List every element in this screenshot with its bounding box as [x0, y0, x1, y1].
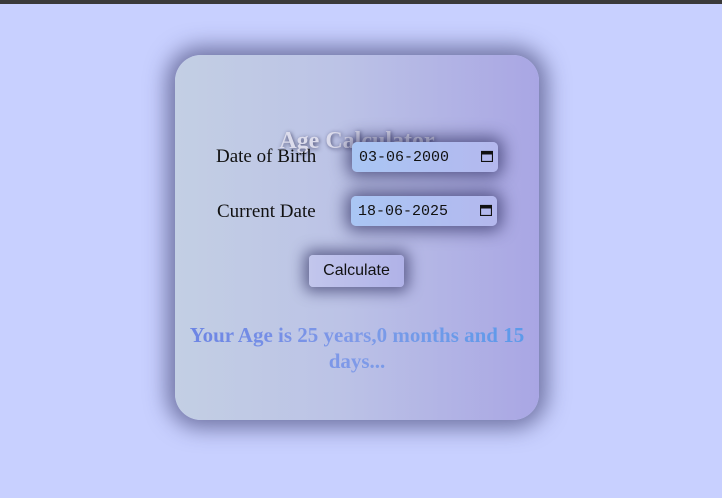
- calendar-icon[interactable]: [481, 150, 493, 162]
- age-calculator-card: Age Calculator Date of Birth 03-06-2000 …: [175, 55, 539, 420]
- calendar-icon[interactable]: [480, 204, 492, 216]
- browser-top-bar: [0, 0, 722, 4]
- current-date-label: Current Date: [217, 201, 316, 222]
- current-date-input[interactable]: 18-06-2025: [351, 196, 497, 226]
- age-result-text: Your Age is 25 years,0 months and 15 day…: [185, 322, 529, 374]
- dob-date-input[interactable]: 03-06-2000: [352, 142, 498, 172]
- dob-label: Date of Birth: [216, 146, 317, 167]
- calculate-button[interactable]: Calculate: [309, 255, 404, 287]
- dob-value: 03-06-2000: [359, 149, 450, 166]
- current-date-value: 18-06-2025: [358, 203, 449, 220]
